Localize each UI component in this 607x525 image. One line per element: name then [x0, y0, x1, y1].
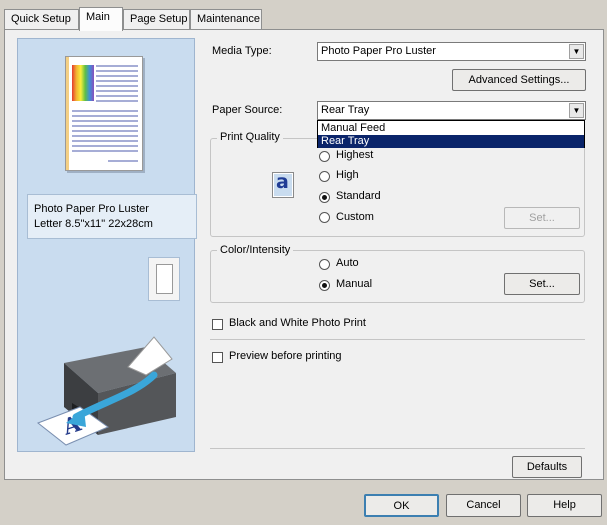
dropdown-option-rear-tray[interactable]: Rear Tray	[318, 135, 584, 148]
media-type-value: Photo Paper Pro Luster	[321, 45, 436, 57]
tab-maintenance[interactable]: Maintenance	[190, 9, 262, 29]
color-intensity-title: Color/Intensity	[217, 244, 294, 256]
ok-button[interactable]: OK	[364, 494, 439, 517]
paper-source-value: Rear Tray	[321, 104, 370, 116]
quality-custom-radio[interactable]	[319, 212, 330, 223]
printer-icon: A	[36, 336, 176, 446]
media-type-select[interactable]: Photo Paper Pro Luster ▼	[317, 42, 586, 61]
tab-label: Page Setup	[130, 13, 188, 25]
dropdown-option-manual-feed[interactable]: Manual Feed	[318, 122, 584, 135]
print-quality-title: Print Quality	[217, 131, 283, 143]
orientation-icon	[148, 257, 180, 301]
tab-label: Main	[86, 11, 110, 23]
preview-before-printing-label: Preview before printing	[229, 350, 342, 362]
paper-info-box: Photo Paper Pro Luster Letter 8.5"x11" 2…	[27, 194, 197, 239]
color-auto-radio[interactable]	[319, 259, 330, 270]
color-auto-label: Auto	[336, 257, 359, 269]
color-manual-label: Manual	[336, 278, 373, 290]
chevron-down-icon[interactable]: ▼	[569, 103, 584, 118]
advanced-settings-button[interactable]: Advanced Settings...	[452, 69, 586, 91]
tab-label: Maintenance	[197, 13, 260, 25]
print-preview-area: Photo Paper Pro Luster Letter 8.5"x11" 2…	[17, 38, 197, 452]
quality-high-label: High	[336, 169, 359, 181]
bw-photo-checkbox[interactable]	[212, 319, 223, 330]
text-lines-lower	[72, 110, 138, 162]
quality-set-button[interactable]: Set...	[504, 207, 580, 229]
chevron-down-icon[interactable]: ▼	[569, 44, 584, 59]
paper-source-select[interactable]: Rear Tray ▼	[317, 101, 586, 120]
quality-high-radio[interactable]	[319, 171, 330, 182]
defaults-button[interactable]: Defaults	[512, 456, 582, 478]
paper-source-dropdown-list: Manual Feed Rear Tray	[317, 120, 585, 148]
quality-highest-label: Highest	[336, 149, 374, 161]
bw-photo-label: Black and White Photo Print	[229, 317, 366, 329]
page-thumbnail	[65, 56, 143, 171]
quality-standard-label: Standard	[336, 190, 381, 202]
cancel-button[interactable]: Cancel	[446, 494, 521, 517]
media-type-label: Media Type:	[212, 45, 272, 57]
rainbow-image-icon	[72, 65, 94, 101]
divider	[210, 339, 585, 340]
quality-custom-label: Custom	[336, 211, 374, 223]
color-manual-radio[interactable]	[319, 280, 330, 291]
divider	[210, 448, 585, 449]
tab-label: Quick Setup	[11, 13, 71, 25]
tab-quick-setup[interactable]: Quick Setup	[4, 9, 79, 29]
quality-standard-radio[interactable]	[319, 192, 330, 203]
paper-type-text: Photo Paper Pro Luster	[34, 203, 149, 215]
paper-source-label: Paper Source:	[212, 104, 283, 116]
quality-highest-radio[interactable]	[319, 151, 330, 162]
help-button[interactable]: Help	[527, 494, 602, 517]
color-set-button[interactable]: Set...	[504, 273, 580, 295]
tab-main[interactable]: Main	[79, 7, 123, 31]
paper-size-text: Letter 8.5"x11" 22x28cm	[34, 218, 153, 230]
portrait-page-icon	[156, 264, 173, 294]
print-quality-icon: a	[272, 171, 294, 198]
tab-page-setup[interactable]: Page Setup	[123, 9, 190, 29]
preview-before-printing-checkbox[interactable]	[212, 352, 223, 363]
page-edge-highlight	[66, 57, 69, 170]
